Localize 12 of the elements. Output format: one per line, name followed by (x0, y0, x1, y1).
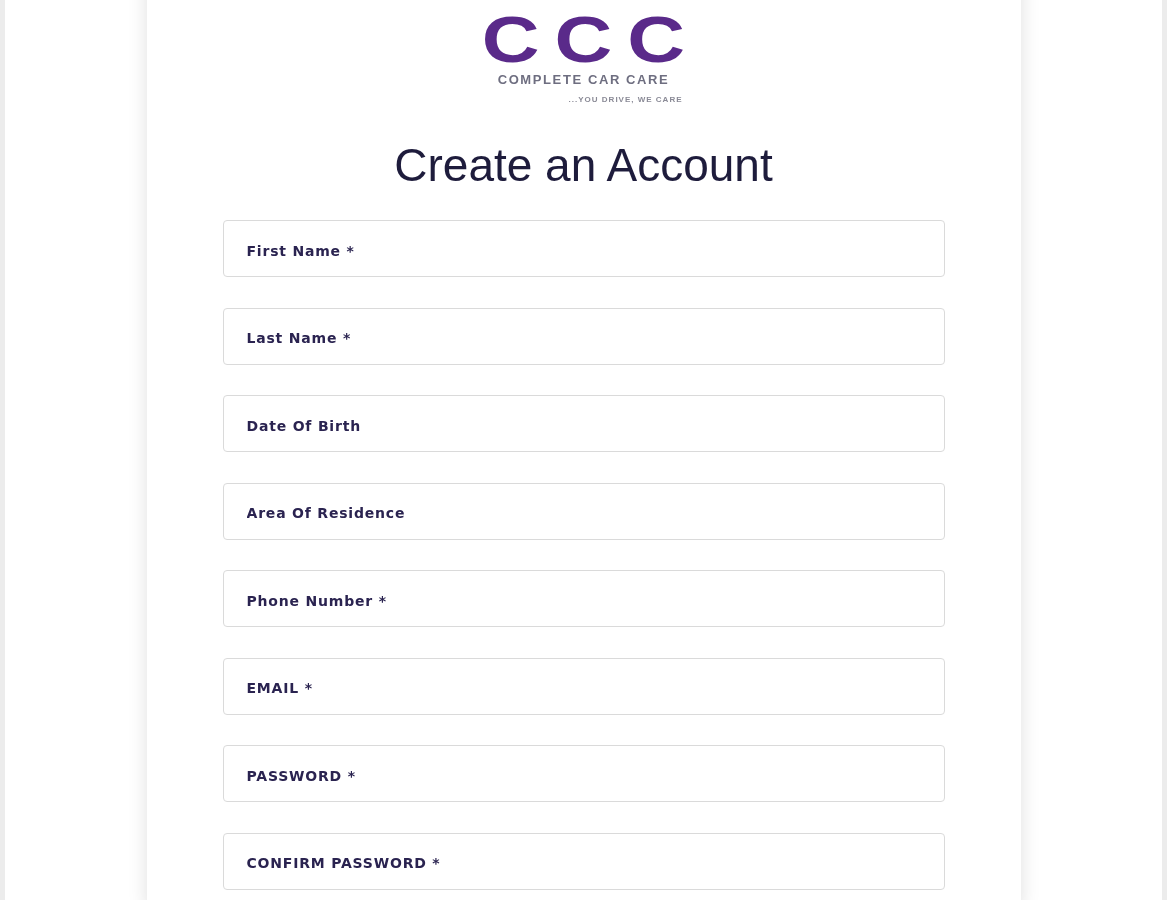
input-field[interactable]: Phone Number * (222, 570, 945, 628)
logo-mark: CCC (480, 8, 701, 72)
input-field[interactable]: EMAIL * (222, 657, 945, 715)
input-field[interactable]: Last Name * (222, 307, 945, 365)
input-field[interactable]: PASSWORD * (222, 745, 945, 803)
input-field[interactable]: First Name * (222, 220, 945, 278)
input-field[interactable]: Area Of Residence (222, 482, 945, 540)
input-field[interactable]: CONFIRM PASSWORD * (222, 832, 945, 890)
input-field[interactable]: Date Of Birth (222, 395, 945, 453)
logo-slogan: ...YOU DRIVE, WE CARE (568, 96, 683, 104)
logo-name: COMPLETE CAR CARE (497, 73, 670, 86)
page-title: Create an Account (394, 138, 773, 193)
